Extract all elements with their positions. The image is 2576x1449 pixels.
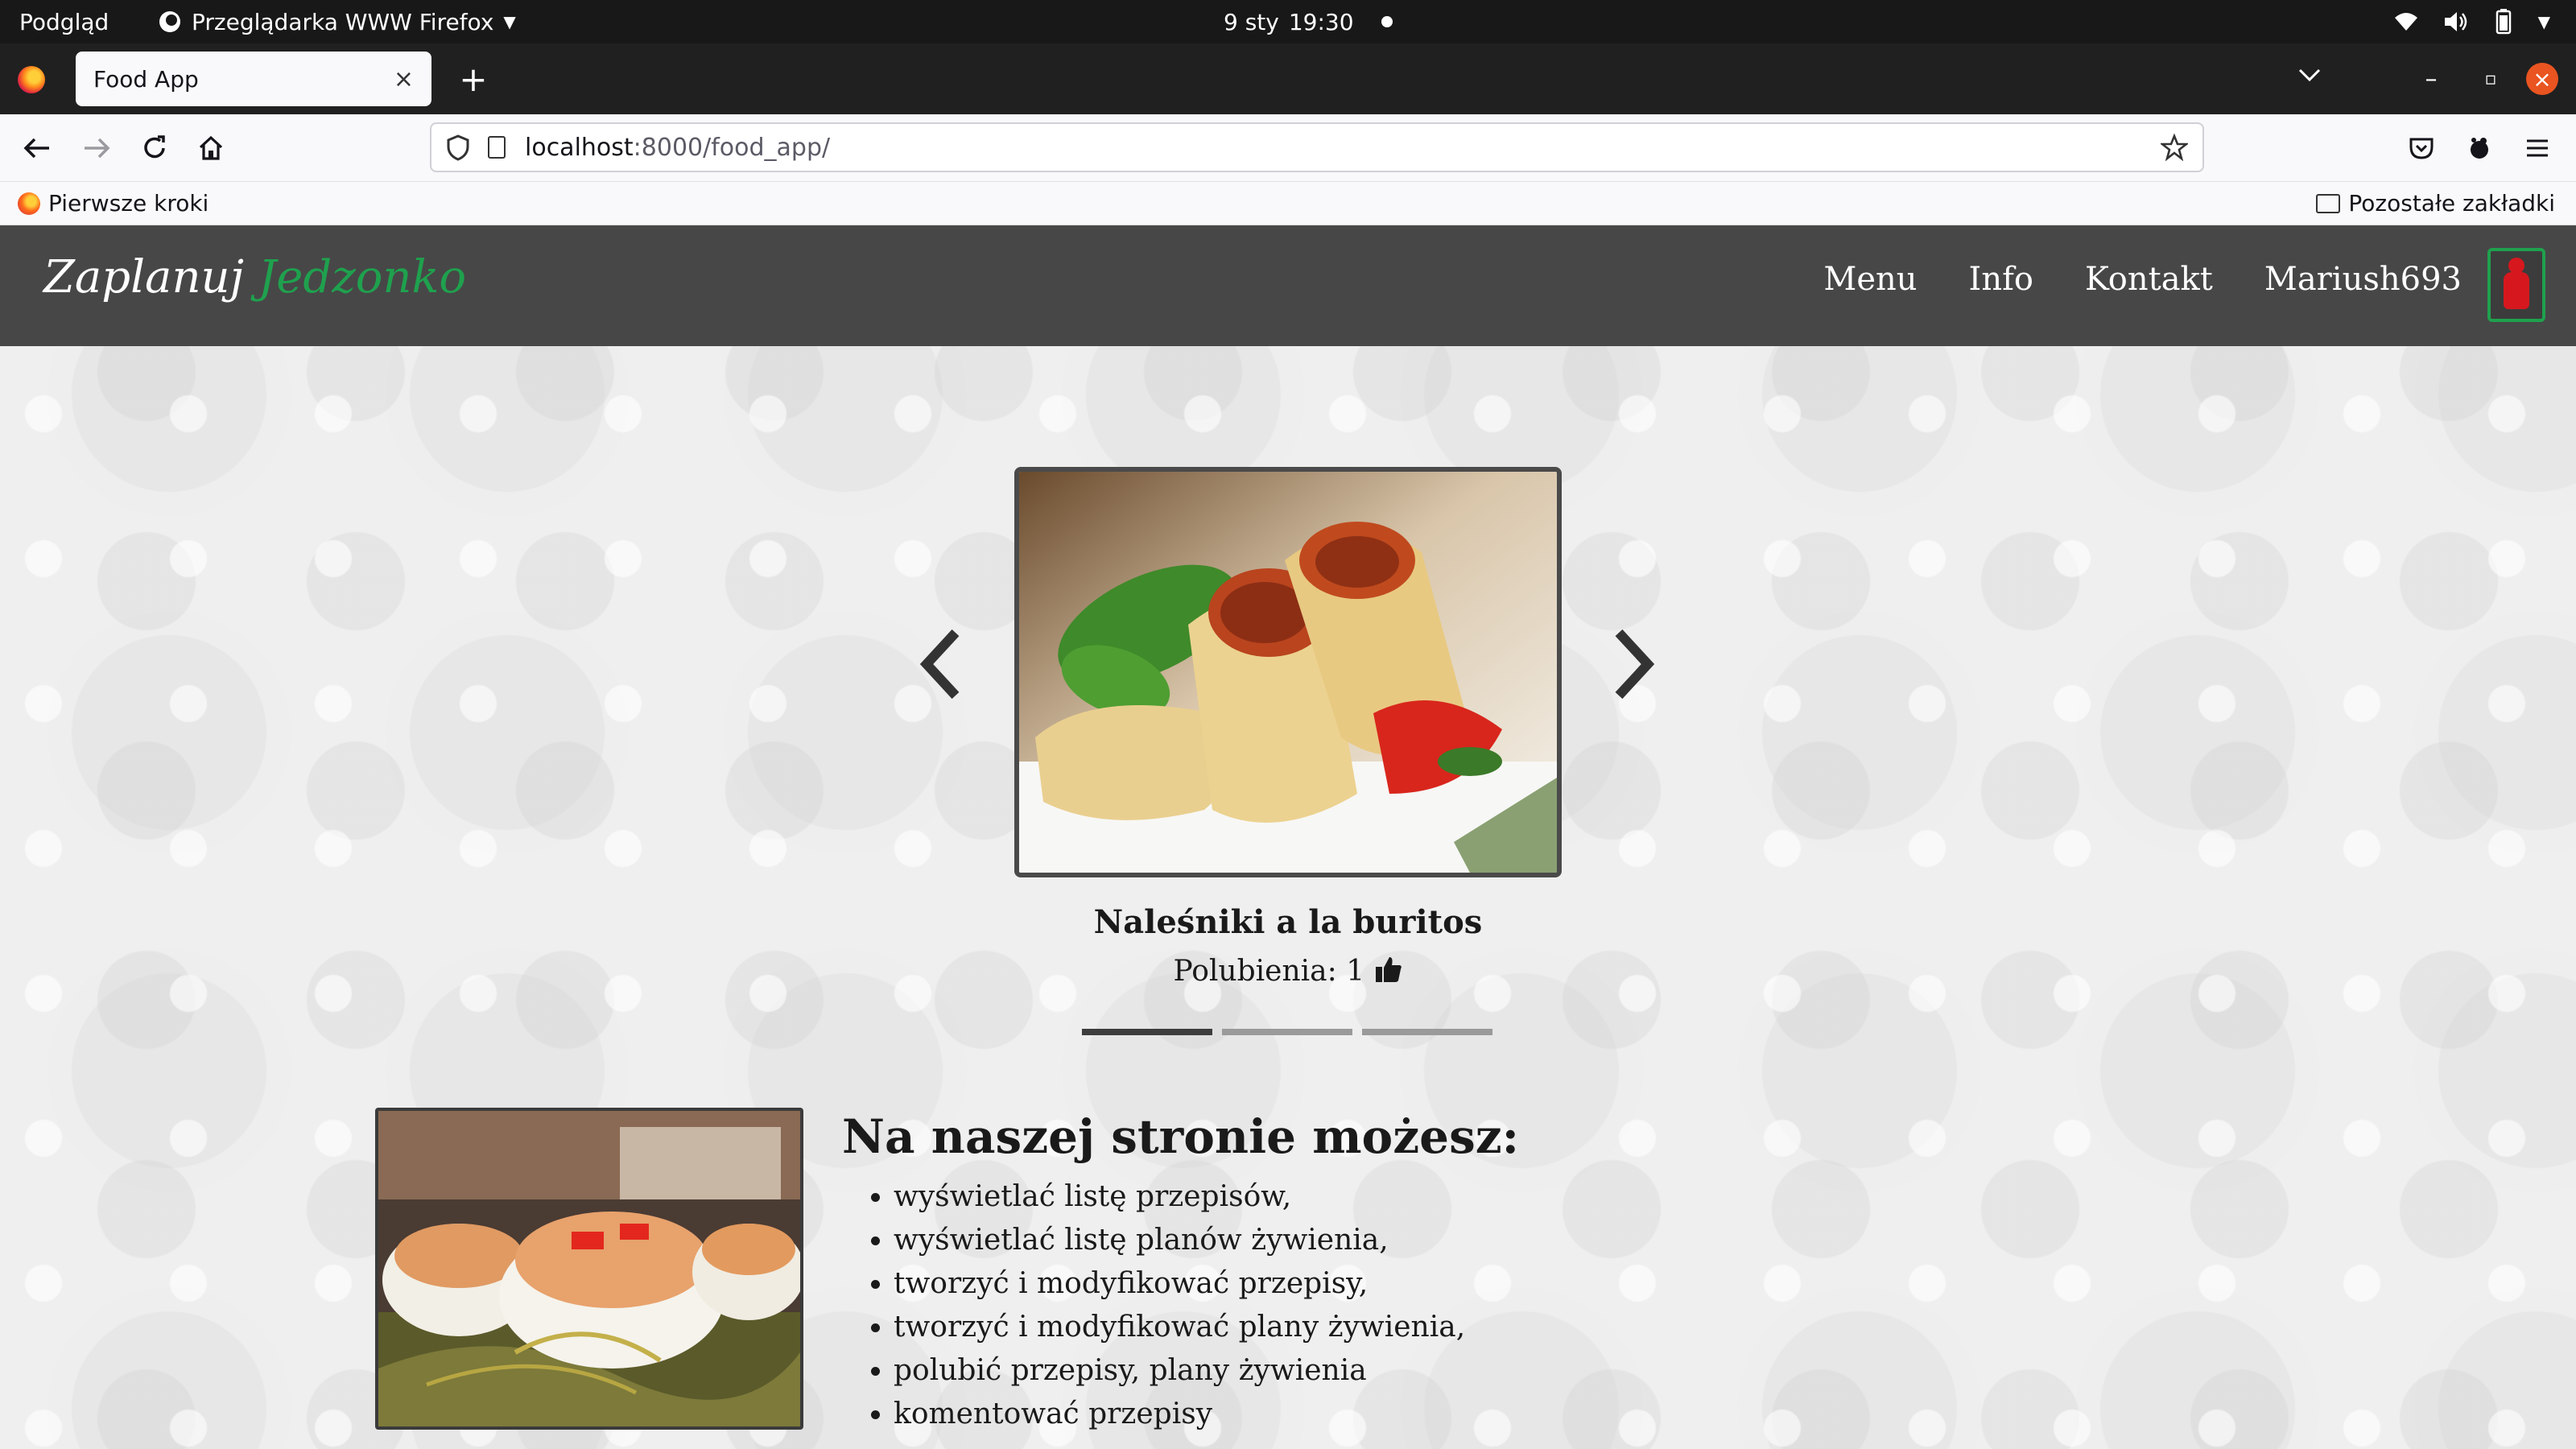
minimize-icon: – [2425, 64, 2438, 93]
bookmark-label: Pierwsze kroki [48, 190, 209, 217]
folder-icon [2316, 193, 2341, 213]
system-top-bar: Podgląd Przeglądarka WWW Firefox ▼ 9 sty… [0, 0, 2576, 43]
user-icon-head [2508, 258, 2524, 274]
battery-icon [2496, 9, 2511, 35]
app-menu-button[interactable] [2518, 129, 2557, 167]
nav-info-link[interactable]: Info [1969, 261, 2033, 298]
time-label: 19:30 [1288, 8, 1354, 35]
date-label: 9 sty [1224, 8, 1279, 35]
stuffed-eggs-photo [375, 1108, 803, 1430]
site-header: Zaplanuj Jedzonko Menu Info Kontakt Mari… [0, 225, 2576, 346]
extension-icon [2471, 138, 2488, 159]
new-tab-button[interactable]: + [451, 56, 496, 101]
user-icon [2504, 272, 2529, 309]
pocket-button[interactable] [2402, 129, 2441, 167]
pocket-icon [2409, 138, 2434, 159]
app-name: Przeglądarka WWW Firefox [192, 8, 494, 35]
maximize-button[interactable]: ▫ [2473, 61, 2508, 97]
page-icon[interactable] [488, 136, 506, 159]
list-item: wyświetlać listę planów żywienia, [894, 1219, 1465, 1262]
back-arrow-icon [23, 138, 49, 159]
reload-button[interactable] [135, 129, 174, 167]
bookmark-star-icon[interactable] [2161, 134, 2188, 161]
activities-button[interactable]: Podgląd [19, 0, 109, 43]
crepe-burrito-photo [1019, 472, 1557, 873]
chevron-right-icon [1615, 629, 1655, 700]
forward-arrow-icon [85, 138, 110, 159]
window-close-button[interactable]: × [2526, 63, 2558, 95]
url-host: localhost [525, 133, 634, 162]
list-item: komentować przepisy [894, 1393, 1465, 1436]
tab-food-app[interactable]: Food App × [76, 52, 431, 106]
clock[interactable]: 9 sty 19:30 [1224, 0, 1393, 43]
shield-icon[interactable] [446, 134, 470, 161]
minimize-button[interactable]: – [2413, 61, 2449, 97]
thumbs-up-icon[interactable] [1374, 955, 1403, 984]
carousel-indicator-3[interactable] [1362, 1029, 1492, 1035]
firefox-icon [159, 11, 180, 32]
slide-title[interactable]: Naleśniki a la buritos [886, 903, 1690, 941]
home-button[interactable] [192, 129, 230, 167]
slide-likes: Polubienia: 1 [886, 955, 1690, 988]
nav-toolbar: localhost:8000/food_app/ [0, 114, 2576, 182]
restore-icon: ▫ [2484, 68, 2497, 89]
logo-text-main: Zaplanuj [43, 251, 244, 303]
carousel-prev-button[interactable] [905, 628, 977, 700]
firefox-icon [18, 192, 40, 215]
user-avatar[interactable] [2487, 248, 2545, 322]
close-icon: × [2533, 65, 2552, 93]
hamburger-menu-icon [2527, 139, 2548, 157]
likes-label: Polubienia: 1 [1173, 955, 1365, 988]
list-item: tworzyć i modyfikować przepisy, [894, 1262, 1465, 1306]
activities-label: Podgląd [19, 8, 109, 35]
bookmark-getting-started[interactable]: Pierwsze kroki [18, 190, 208, 217]
status-menu[interactable]: ▼ [2393, 0, 2550, 43]
url-bar[interactable]: localhost:8000/food_app/ [430, 122, 2204, 172]
other-bookmarks-label: Pozostałe zakładki [2348, 190, 2555, 217]
other-bookmarks[interactable]: Pozostałe zakładki [2316, 190, 2555, 217]
chevron-left-icon [919, 629, 960, 700]
reload-icon [144, 135, 165, 159]
nav-menu-link[interactable]: Menu [1823, 261, 1917, 298]
home-icon [199, 135, 223, 160]
list-item: wyświetlać listę przepisów, [894, 1175, 1465, 1219]
list-item: polubić przepisy, plany żywienia [894, 1349, 1465, 1393]
carousel-indicators [1082, 1029, 1492, 1035]
info-heading: Na naszej stronie możesz: [842, 1109, 1520, 1164]
list-all-tabs-button[interactable] [2297, 61, 2322, 89]
bookmarks-toolbar: Pierwsze kroki Pozostałe zakładki [0, 182, 2576, 225]
close-icon[interactable]: × [394, 65, 414, 93]
app-menu[interactable]: Przeglądarka WWW Firefox ▼ [158, 0, 516, 43]
site-logo[interactable]: Zaplanuj Jedzonko [43, 251, 466, 303]
firefox-view-icon[interactable] [18, 66, 45, 93]
tab-title: Food App [93, 65, 199, 93]
url-path: :8000/food_app/ [633, 133, 831, 162]
chevron-down-icon: ▼ [2537, 12, 2550, 31]
notification-dot-icon [1381, 16, 1393, 27]
list-item: tworzyć i modyfikować plany żywienia, [894, 1306, 1465, 1349]
web-page: Zaplanuj Jedzonko Menu Info Kontakt Mari… [0, 225, 2576, 1449]
stuffed-eggs-image [378, 1111, 800, 1426]
logo-text-accent: Jedzonko [258, 251, 467, 303]
chevron-down-icon: ▼ [503, 12, 516, 31]
carousel-indicator-1[interactable] [1082, 1029, 1212, 1035]
extensions-button[interactable] [2460, 129, 2499, 167]
volume-icon [2444, 12, 2467, 31]
plus-icon: + [459, 59, 488, 99]
nav-contact-link[interactable]: Kontakt [2085, 261, 2213, 298]
features-list: wyświetlać listę przepisów, wyświetlać l… [894, 1175, 1465, 1436]
nav-user-link[interactable]: Mariush693 [2264, 261, 2462, 298]
tab-strip: Food App × + – ▫ × [0, 43, 2576, 114]
carousel-indicator-2[interactable] [1222, 1029, 1352, 1035]
site-nav: Menu Info Kontakt Mariush693 [1823, 261, 2462, 298]
wifi-icon [2394, 13, 2417, 31]
carousel-slide-image[interactable] [1014, 467, 1562, 877]
carousel-next-button[interactable] [1597, 628, 1670, 700]
back-button[interactable] [18, 129, 56, 167]
forward-button[interactable] [77, 129, 116, 167]
chevron-down-icon [2298, 68, 2321, 82]
